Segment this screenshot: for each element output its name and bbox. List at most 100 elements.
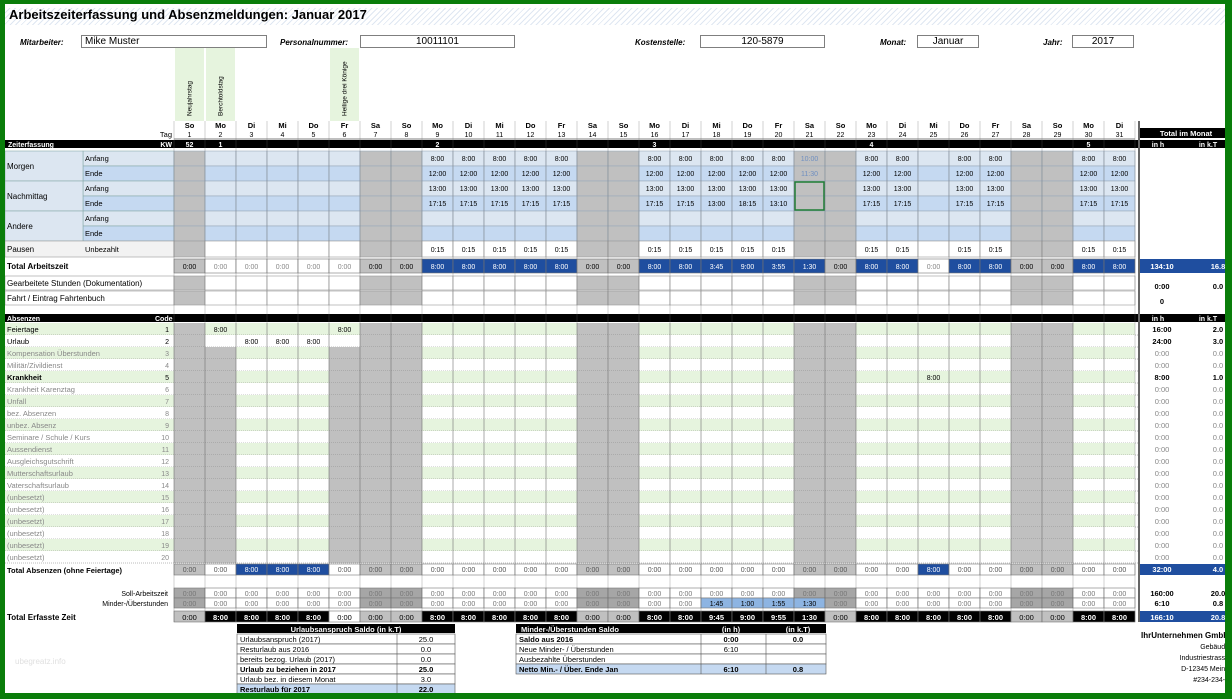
time-value[interactable]: 13:00 [987, 186, 1005, 193]
pausen-value[interactable]: 0:15 [958, 247, 972, 254]
time-value[interactable]: 10:00 [801, 156, 819, 163]
time-value[interactable]: 8:00 [493, 156, 507, 163]
pausen-value[interactable]: 0:15 [1082, 247, 1096, 254]
time-value[interactable]: 12:00 [1080, 171, 1098, 178]
time-value[interactable]: 17:15 [894, 201, 912, 208]
time-value[interactable]: 12:00 [894, 171, 912, 178]
time-value[interactable]: 8:00 [958, 156, 972, 163]
absence-value[interactable]: 8:00 [245, 339, 259, 346]
time-value[interactable]: 8:00 [1082, 156, 1096, 163]
absence-value[interactable]: 8:00 [927, 375, 941, 382]
time-value[interactable]: 8:00 [679, 156, 693, 163]
absence-value[interactable]: 8:00 [214, 327, 228, 334]
pausen-value[interactable]: 0:15 [648, 247, 662, 254]
time-value[interactable]: 12:00 [429, 171, 447, 178]
absence-cell [174, 479, 205, 491]
time-value[interactable]: 13:10 [770, 201, 788, 208]
total-arbeitszeit-value: 0:00 [400, 264, 414, 271]
time-value[interactable]: 13:00 [1080, 186, 1098, 193]
minder-kt: 0.8 [1213, 599, 1223, 608]
time-value[interactable]: 8:00 [896, 156, 910, 163]
time-value[interactable]: 8:00 [741, 156, 755, 163]
time-value[interactable]: 8:00 [989, 156, 1003, 163]
time-value[interactable]: 8:00 [555, 156, 569, 163]
time-value[interactable]: 12:00 [460, 171, 478, 178]
time-value[interactable]: 8:00 [648, 156, 662, 163]
absence-cell [763, 551, 794, 563]
time-value[interactable]: 11:30 [801, 171, 818, 178]
pausen-value[interactable]: 0:15 [524, 247, 538, 254]
time-value[interactable]: 12:00 [708, 171, 726, 178]
time-value[interactable]: 12:00 [987, 171, 1005, 178]
time-value[interactable]: 17:15 [677, 201, 695, 208]
time-value[interactable]: 17:15 [987, 201, 1005, 208]
time-value[interactable]: 17:15 [553, 201, 571, 208]
time-value[interactable]: 12:00 [1111, 171, 1129, 178]
time-value[interactable]: 17:15 [1080, 201, 1098, 208]
time-value[interactable]: 12:00 [770, 171, 788, 178]
pausen-value[interactable]: 0:15 [462, 247, 476, 254]
absence-value[interactable]: 8:00 [307, 339, 321, 346]
time-value[interactable]: 17:15 [956, 201, 974, 208]
pausen-value[interactable]: 0:15 [710, 247, 724, 254]
time-value[interactable]: 8:00 [431, 156, 445, 163]
time-value[interactable]: 18:15 [739, 201, 757, 208]
time-value[interactable]: 8:00 [710, 156, 724, 163]
time-value[interactable]: 13:00 [522, 186, 540, 193]
time-value[interactable]: 13:00 [894, 186, 912, 193]
doc-cell [297, 275, 330, 291]
time-value[interactable]: 13:00 [460, 186, 478, 193]
time-value[interactable]: 17:15 [460, 201, 478, 208]
time-value[interactable]: 13:00 [708, 201, 726, 208]
time-value[interactable]: 12:00 [956, 171, 974, 178]
time-value[interactable]: 17:15 [863, 201, 881, 208]
absence-cell [546, 479, 577, 491]
absence-cell [360, 335, 391, 347]
pausen-value[interactable]: 0:15 [989, 247, 1003, 254]
time-value[interactable]: 13:00 [429, 186, 447, 193]
pausen-value[interactable]: 0:15 [431, 247, 445, 254]
time-value[interactable]: 13:00 [739, 186, 757, 193]
time-value[interactable]: 13:00 [770, 186, 788, 193]
absence-cell [1042, 347, 1073, 359]
time-value[interactable]: 12:00 [491, 171, 509, 178]
time-value[interactable]: 8:00 [772, 156, 786, 163]
time-value[interactable]: 13:00 [708, 186, 726, 193]
time-value[interactable]: 12:00 [739, 171, 757, 178]
timesheet-grid[interactable]: Neujahrstag Berchtoldstag Heilige drei Kön… [5, 4, 1230, 699]
pausen-value[interactable]: 0:15 [555, 247, 569, 254]
pausen-value[interactable]: 0:15 [679, 247, 693, 254]
time-value[interactable]: 8:00 [1113, 156, 1127, 163]
time-value[interactable]: 13:00 [1111, 186, 1129, 193]
time-value[interactable]: 8:00 [865, 156, 879, 163]
time-value[interactable]: 17:15 [491, 201, 509, 208]
absence-value[interactable]: 8:00 [276, 339, 290, 346]
time-value[interactable]: 17:15 [1111, 201, 1129, 208]
time-value[interactable]: 13:00 [863, 186, 881, 193]
time-value[interactable]: 17:15 [429, 201, 447, 208]
pausen-value[interactable]: 0:15 [493, 247, 507, 254]
time-value[interactable]: 12:00 [863, 171, 881, 178]
minder-value: 0:00 [183, 601, 197, 608]
pausen-value[interactable]: 0:15 [896, 247, 910, 254]
time-value[interactable]: 8:00 [524, 156, 538, 163]
time-value[interactable]: 13:00 [646, 186, 664, 193]
time-value[interactable]: 12:00 [522, 171, 540, 178]
time-value[interactable]: 13:00 [491, 186, 509, 193]
time-value[interactable]: 8:00 [462, 156, 476, 163]
time-value[interactable]: 12:00 [553, 171, 571, 178]
time-value[interactable]: 13:00 [553, 186, 571, 193]
day-name: Mo [866, 121, 877, 130]
pausen-value[interactable]: 0:15 [1113, 247, 1127, 254]
time-value[interactable]: 17:15 [646, 201, 664, 208]
time-value[interactable]: 17:15 [522, 201, 540, 208]
time-value[interactable]: 12:00 [646, 171, 664, 178]
absence-cell [825, 359, 856, 371]
time-value[interactable]: 12:00 [677, 171, 695, 178]
pausen-value[interactable]: 0:15 [741, 247, 755, 254]
time-value[interactable]: 13:00 [956, 186, 974, 193]
pausen-value[interactable]: 0:15 [772, 247, 786, 254]
absence-value[interactable]: 8:00 [338, 327, 352, 334]
time-value[interactable]: 13:00 [677, 186, 695, 193]
pausen-value[interactable]: 0:15 [865, 247, 879, 254]
